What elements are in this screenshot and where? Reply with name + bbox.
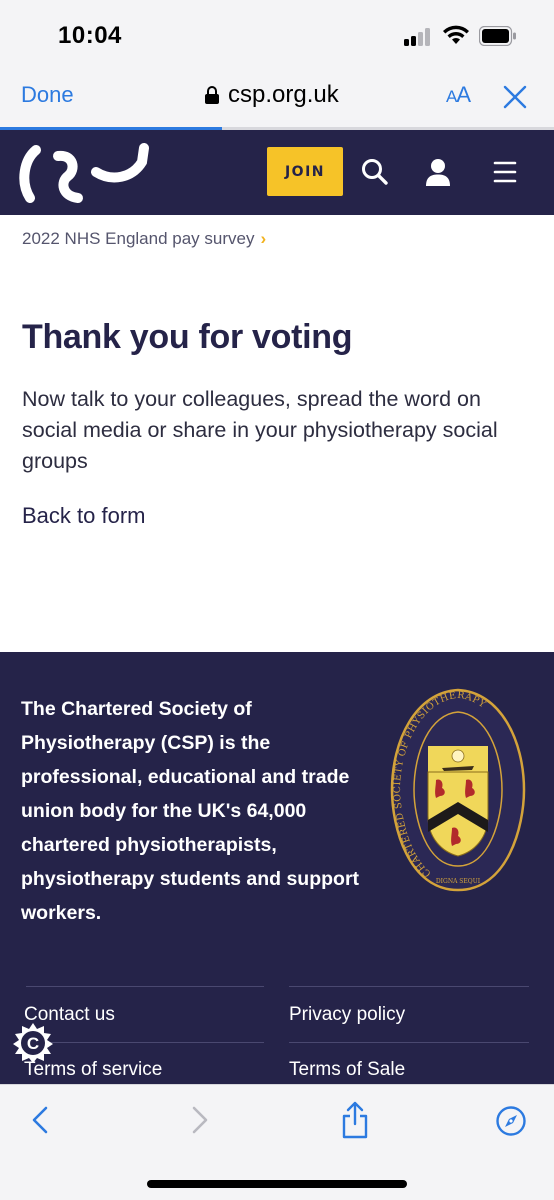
page-title: Thank you for voting bbox=[22, 318, 353, 356]
text-size-button[interactable]: AA bbox=[446, 82, 471, 108]
url-text: csp.org.uk bbox=[228, 81, 339, 108]
share-icon[interactable] bbox=[340, 1100, 370, 1140]
cellular-signal-icon bbox=[404, 28, 434, 46]
text-size-large-label: A bbox=[456, 82, 471, 107]
cookie-badge-letter: C bbox=[27, 1034, 39, 1053]
user-icon[interactable] bbox=[424, 157, 452, 187]
chevron-right-icon: › bbox=[260, 229, 267, 248]
page-body-text: Now talk to your colleagues, spread the … bbox=[22, 387, 498, 473]
search-icon[interactable] bbox=[361, 158, 389, 186]
battery-icon bbox=[479, 26, 516, 46]
home-indicator bbox=[147, 1180, 407, 1188]
cookie-settings-badge[interactable]: C bbox=[12, 1022, 54, 1064]
status-bar: 10:04 bbox=[0, 0, 554, 64]
menu-icon[interactable] bbox=[493, 160, 517, 184]
footer-divider bbox=[289, 1042, 529, 1043]
join-button[interactable]: JOIN bbox=[267, 147, 343, 196]
close-icon[interactable] bbox=[502, 84, 528, 110]
status-time: 10:04 bbox=[58, 22, 122, 49]
forward-icon[interactable] bbox=[190, 1105, 210, 1135]
done-button[interactable]: Done bbox=[21, 82, 74, 108]
breadcrumb[interactable]: 2022 NHS England pay survey › bbox=[22, 229, 266, 249]
csp-crest-logo: CHARTERED SOCIETY OF PHYSIOTHERAPY DIGNA… bbox=[390, 688, 526, 892]
lock-icon bbox=[205, 86, 219, 104]
compass-icon[interactable] bbox=[495, 1105, 527, 1137]
browser-address-bar: Done csp.org.uk AA bbox=[0, 64, 554, 130]
site-footer: The Chartered Society of Physiotherapy (… bbox=[0, 652, 554, 1084]
footer-description: The Chartered Society of Physiotherapy (… bbox=[21, 698, 360, 924]
back-to-form-link[interactable]: Back to form bbox=[22, 503, 145, 529]
back-icon[interactable] bbox=[30, 1105, 50, 1135]
footer-divider bbox=[289, 986, 529, 987]
terms-of-sale-link[interactable]: Terms of Sale bbox=[289, 1059, 405, 1081]
csp-logo[interactable] bbox=[14, 142, 154, 204]
wifi-icon bbox=[443, 25, 469, 44]
url-field[interactable]: csp.org.uk bbox=[204, 81, 339, 109]
crest-motto: DIGNA SEQUI bbox=[436, 878, 481, 885]
text-size-small-label: A bbox=[446, 87, 457, 106]
privacy-policy-link[interactable]: Privacy policy bbox=[289, 1004, 405, 1026]
footer-divider bbox=[26, 986, 264, 987]
footer-divider bbox=[26, 1042, 264, 1043]
breadcrumb-label: 2022 NHS England pay survey bbox=[22, 229, 255, 248]
